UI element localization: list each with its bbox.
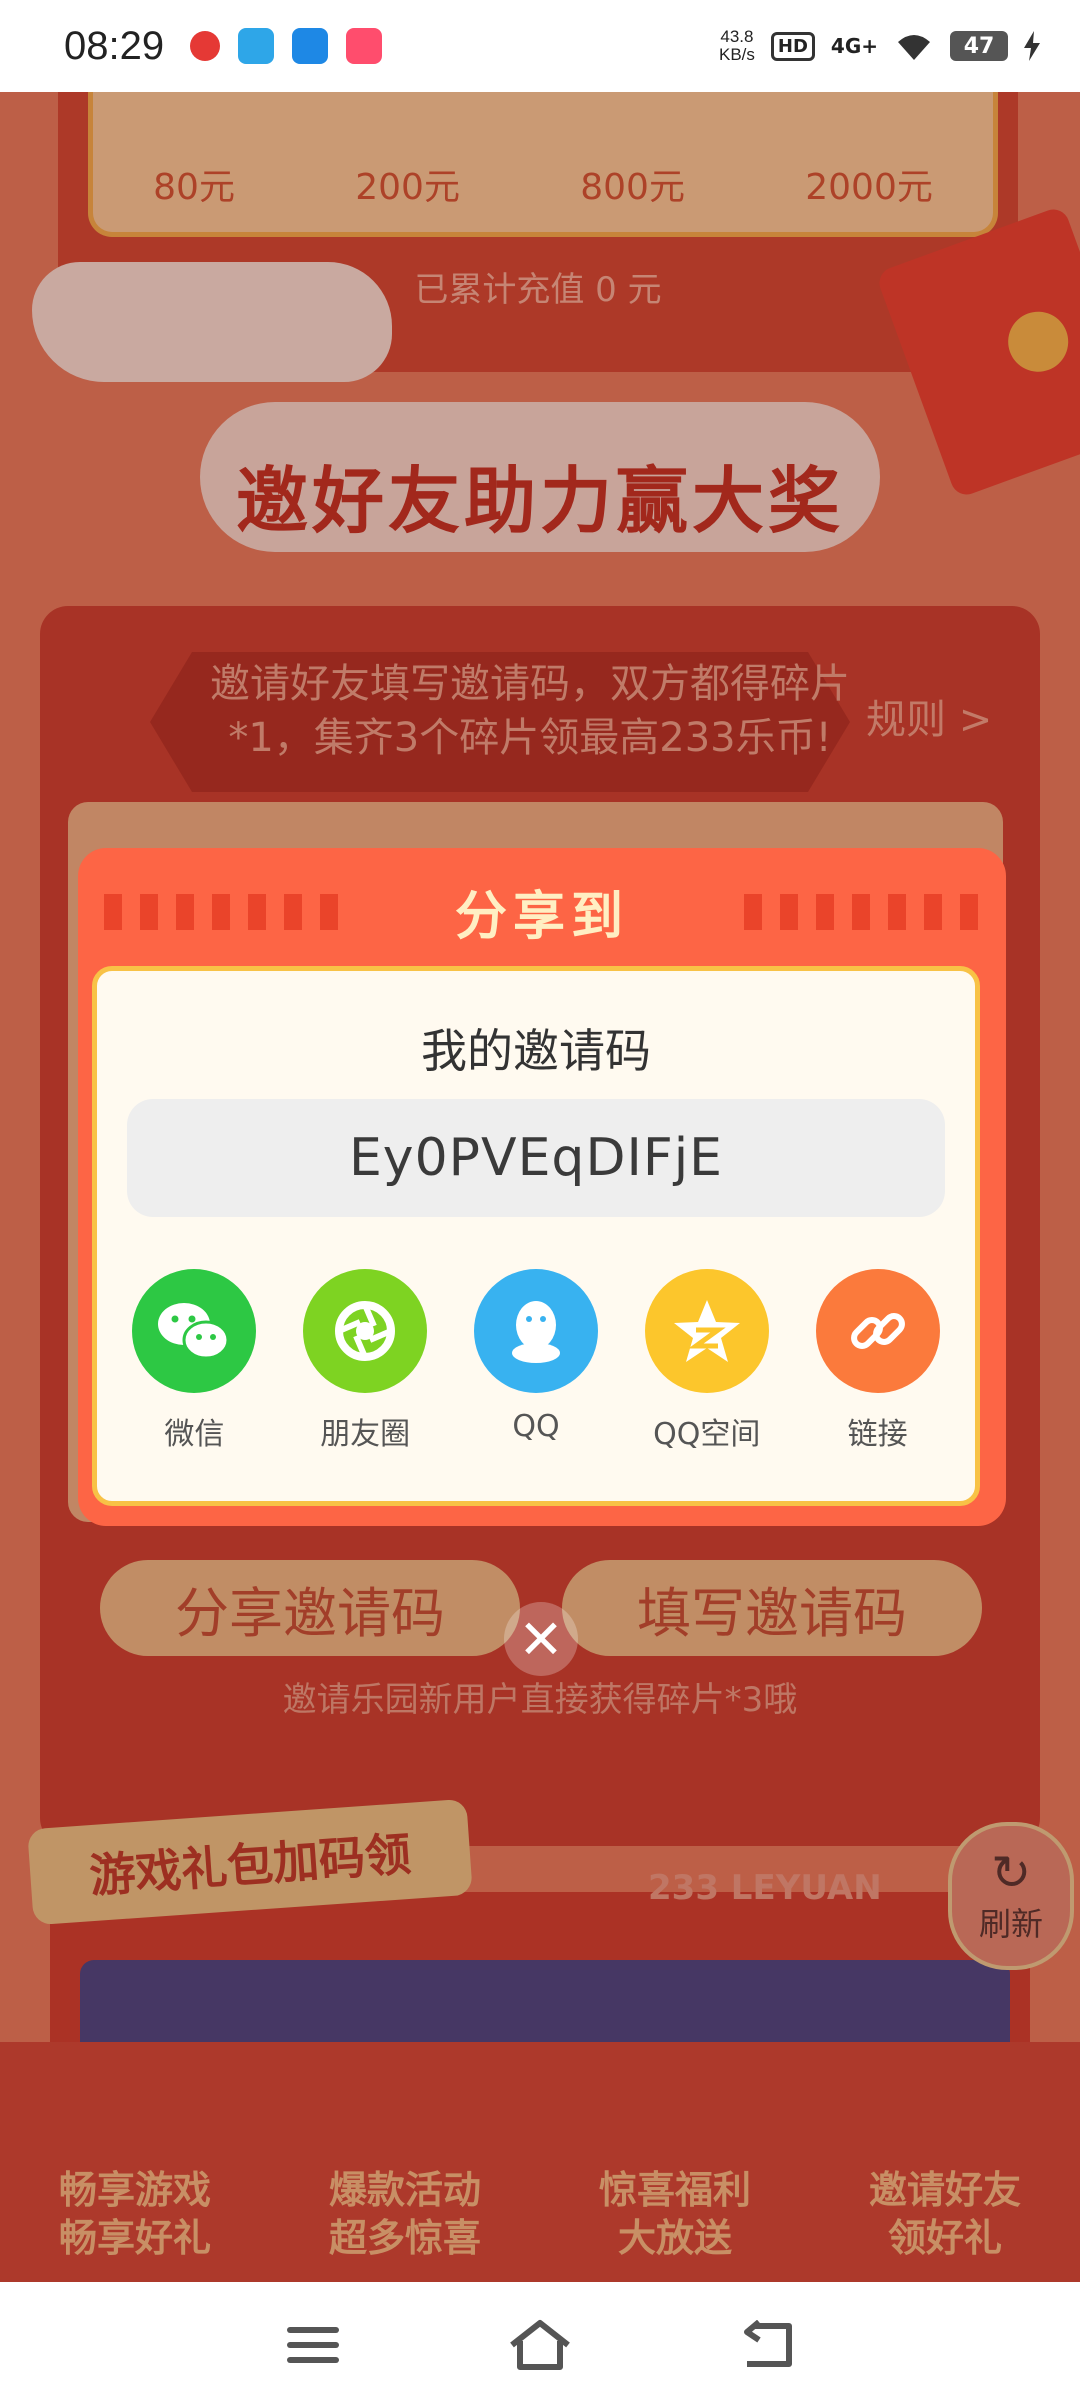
share-label: 朋友圈: [320, 1417, 411, 1452]
moments-icon[interactable]: [303, 1269, 428, 1393]
share-moments[interactable]: 朋友圈: [290, 1269, 440, 1453]
telegram-icon: [238, 28, 275, 64]
home-icon[interactable]: [500, 2305, 580, 2385]
net-speed: 43.8 KB/s: [719, 28, 755, 64]
share-label: 微信: [164, 1417, 225, 1452]
qq-icon[interactable]: [473, 1269, 598, 1393]
store-icon: [292, 28, 329, 64]
hd-badge: HD: [770, 31, 815, 61]
game-icon: [346, 28, 383, 64]
status-indicators: 43.8 KB/s HD 4G+ 47: [719, 0, 1040, 92]
notification-icons: [190, 28, 383, 64]
share-qzone[interactable]: QQ空间: [632, 1269, 782, 1453]
share-targets: 微信 朋友圈 QQ QQ空间 链接: [97, 1269, 975, 1453]
wechat-icon[interactable]: [132, 1269, 257, 1393]
navigation-bar: [0, 2282, 1080, 2408]
share-label: QQ: [512, 1409, 560, 1444]
share-dialog: 分享到 我的邀请码 Ey0PVEqDIFjE 微信 朋友圈 QQ QQ空间 链接: [78, 848, 1006, 1526]
share-label: 链接: [847, 1417, 908, 1452]
net-speed-value: 43.8: [720, 27, 754, 46]
share-label: QQ空间: [653, 1417, 761, 1452]
dialog-title: 分享到: [454, 887, 629, 947]
network-type: 4G+: [830, 34, 878, 58]
net-speed-unit: KB/s: [718, 45, 755, 64]
back-icon[interactable]: [727, 2305, 807, 2385]
share-wechat[interactable]: 微信: [119, 1269, 269, 1453]
share-link[interactable]: 链接: [803, 1269, 953, 1453]
record-icon: [190, 31, 221, 61]
close-icon[interactable]: ✕: [504, 1602, 578, 1676]
menu-icon[interactable]: [273, 2305, 353, 2385]
status-time: 08:29: [64, 23, 165, 68]
link-icon[interactable]: [815, 1269, 940, 1393]
charging-icon: [1024, 31, 1040, 61]
dialog-body: 我的邀请码 Ey0PVEqDIFjE 微信 朋友圈 QQ QQ空间 链接: [92, 966, 980, 1506]
status-bar: 08:29 43.8 KB/s HD 4G+ 47: [0, 0, 1080, 92]
share-qq[interactable]: QQ: [461, 1269, 611, 1453]
invite-code-field[interactable]: Ey0PVEqDIFjE: [127, 1099, 945, 1217]
qzone-icon[interactable]: [644, 1269, 769, 1393]
invite-code-label: 我的邀请码: [421, 1024, 651, 1078]
battery-icon: 47: [950, 31, 1008, 61]
wifi-icon: [898, 35, 930, 60]
